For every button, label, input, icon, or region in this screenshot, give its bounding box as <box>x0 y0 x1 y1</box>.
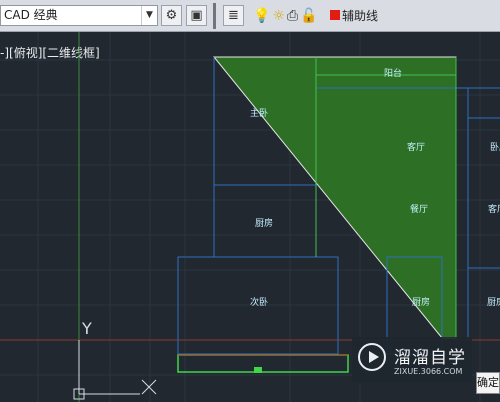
workspace-dropdown[interactable]: CAD 经典 ▼ <box>0 5 158 26</box>
room-label: 厨房 <box>412 296 430 308</box>
layer-state-icons: 💡 ☼ ⎙ 🔓 <box>253 6 320 26</box>
top-toolbar: CAD 经典 ▼ ⚙ ▣ ≣ 💡 ☼ ⎙ 🔓 辅助线 <box>0 0 500 32</box>
workspace-settings-icon[interactable]: ▣ <box>186 5 207 26</box>
room-label: 卧厅 <box>490 141 500 153</box>
selected-polyline[interactable] <box>177 354 349 373</box>
room-label: 餐厅 <box>410 203 428 215</box>
current-layer-name[interactable]: 辅助线 <box>342 0 378 32</box>
ucs-y-label: Y <box>81 319 92 338</box>
plot-icon[interactable]: ⎙ <box>287 6 298 26</box>
room-label: 主卧 <box>250 107 268 119</box>
room-label: 阳台 <box>384 67 402 79</box>
toolbar-grip[interactable] <box>213 3 216 29</box>
bulb-icon[interactable]: 💡 <box>253 6 270 26</box>
room-label: 客厅 <box>488 203 500 215</box>
layer-manager-icon[interactable]: ≣ <box>223 5 244 26</box>
room-label: 厨房 <box>255 217 273 229</box>
play-icon <box>358 343 386 371</box>
watermark-logo: 溜溜自学 ZIXUE.3066.COM <box>352 337 472 383</box>
room-label: 客厅 <box>407 141 425 153</box>
room-label: 厨房 <box>487 296 500 308</box>
room-label: 次卧 <box>250 296 268 308</box>
layer-color-swatch <box>330 10 340 20</box>
corner-badge[interactable]: 确定 <box>476 372 500 394</box>
watermark-url: ZIXUE.3066.COM <box>394 367 463 376</box>
lock-open-icon[interactable]: 🔓 <box>300 6 317 26</box>
chevron-down-icon[interactable]: ▼ <box>141 6 157 25</box>
sun-icon[interactable]: ☼ <box>272 6 285 26</box>
ucs-icon <box>73 340 157 400</box>
workspace-value: CAD 经典 <box>4 8 58 22</box>
gear-icon[interactable]: ⚙ <box>161 5 182 26</box>
grip-handle[interactable] <box>254 367 262 373</box>
hatch-triangle[interactable] <box>212 56 457 339</box>
watermark-title: 溜溜自学 <box>394 348 466 368</box>
